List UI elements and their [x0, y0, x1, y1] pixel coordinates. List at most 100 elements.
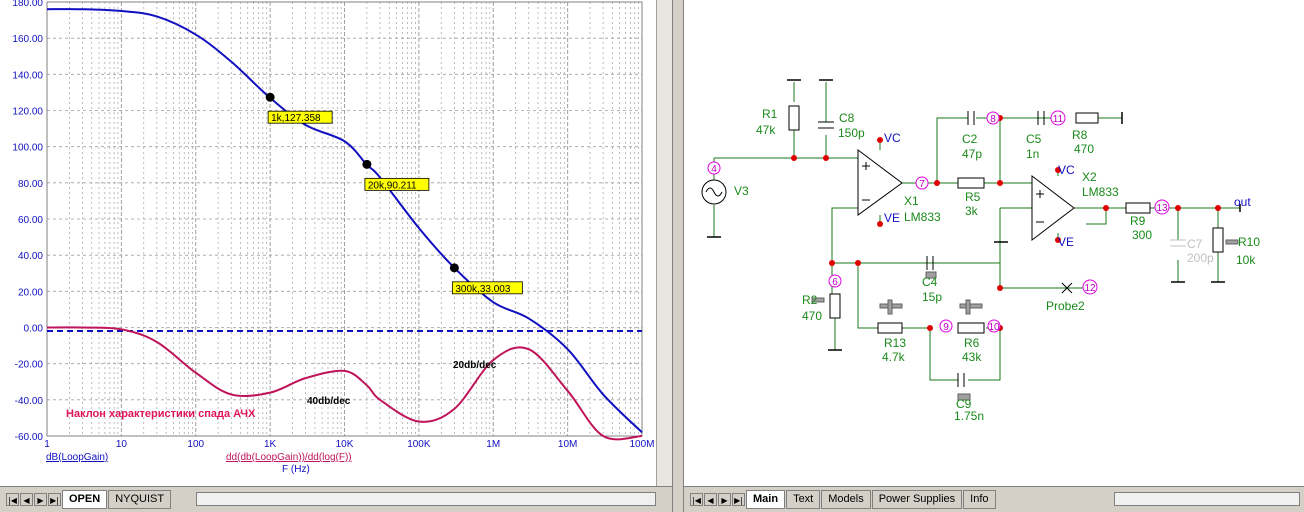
r9-value: 300 — [1132, 228, 1152, 242]
y-tick-label: 20.00 — [18, 287, 43, 298]
r10-value: 10k — [1236, 253, 1256, 267]
x-tick-label: 10M — [558, 439, 577, 450]
node-11: 11 — [1053, 114, 1064, 125]
x-tick-label: 100M — [629, 439, 654, 450]
node-6: 6 — [832, 277, 838, 288]
sch-tab-prev-icon[interactable]: ◀ — [704, 493, 717, 506]
legend-slope[interactable]: dd(db(LoopGain))/dd(log(F)) — [226, 452, 352, 463]
x1-model: LM833 — [904, 210, 941, 224]
tab-first-icon[interactable]: |◀ — [6, 493, 19, 506]
y-tick-label: -20.00 — [15, 360, 44, 371]
tab-text[interactable]: Text — [786, 490, 821, 509]
probe-label: Probe2 — [1046, 299, 1085, 313]
y-tick-label: 140.00 — [12, 70, 43, 81]
cursor-marker[interactable] — [362, 159, 372, 169]
out-label: out — [1234, 195, 1251, 209]
sch-tab-last-icon[interactable]: ▶| — [732, 493, 745, 506]
tab-open[interactable]: OPEN — [62, 490, 108, 509]
cursor-marker[interactable] — [449, 263, 459, 273]
v3-label: V3 — [734, 184, 749, 198]
node-12: 12 — [1084, 283, 1096, 294]
cursor-label: 20k,90.211 — [368, 180, 417, 191]
r1-label: R1 — [762, 107, 778, 121]
tab-nyquist[interactable]: NYQUIST — [108, 490, 172, 509]
schematic-canvas[interactable]: 4 6 7 8 9 10 11 12 13 R1 47k C8 150p V3 … — [684, 0, 1304, 486]
r9-label: R9 — [1130, 214, 1146, 228]
plot-annotation-title: Наклон характеристики спада АЧХ — [66, 408, 256, 420]
cursor-label: 1k,127.358 — [271, 113, 321, 124]
tab-prev-icon[interactable]: ◀ — [20, 493, 33, 506]
x-tick-label: 100 — [187, 439, 204, 450]
x-axis-label: F (Hz) — [282, 464, 310, 475]
r13-label: R13 — [884, 336, 906, 350]
x2-vc: VC — [1058, 163, 1075, 177]
tab-power-supplies[interactable]: Power Supplies — [871, 490, 963, 509]
x1-vc: VC — [884, 131, 901, 145]
plot-horizontal-scrollbar[interactable] — [196, 492, 656, 506]
r8-value: 470 — [1074, 142, 1094, 156]
c2-label: C2 — [962, 132, 978, 146]
cursor-marker[interactable] — [265, 92, 275, 102]
node-8: 8 — [990, 114, 996, 125]
c7-label: C7 — [1187, 237, 1203, 251]
capacitor-plates[interactable] — [818, 111, 1045, 387]
c4-value: 15p — [922, 290, 942, 304]
slider-handles[interactable] — [811, 239, 1239, 401]
c8-label: C8 — [839, 111, 855, 125]
legend-loopgain[interactable]: dB(LoopGain) — [46, 452, 108, 463]
component-labels: R1 47k C8 150p V3 VC VE X1 LM833 C2 47p … — [734, 107, 1260, 423]
schematic-pane[interactable]: 4 6 7 8 9 10 11 12 13 R1 47k C8 150p V3 … — [684, 0, 1304, 486]
c8-value: 150p — [838, 126, 865, 140]
node-4: 4 — [711, 164, 717, 175]
y-tick-label: 60.00 — [18, 215, 43, 226]
junction-dots — [791, 115, 1221, 331]
c9-value: 1.75n — [954, 409, 984, 423]
pane-splitter[interactable] — [672, 0, 684, 512]
schematic-tab-bar: |◀ ◀ ▶ ▶| Main Text Models Power Supplie… — [684, 486, 1304, 512]
r8-label: R8 — [1072, 128, 1088, 142]
resistor-bodies[interactable] — [788, 105, 1224, 334]
x2-label: X2 — [1082, 170, 1097, 184]
r6-label: R6 — [964, 336, 980, 350]
node-13: 13 — [1156, 203, 1168, 214]
node-10: 10 — [988, 322, 1000, 333]
c7-disabled[interactable] — [1170, 239, 1186, 247]
c7-value: 200p — [1187, 251, 1214, 265]
bode-plot-pane[interactable]: 180.00 160.00 140.00 120.00 100.00 80.00 60.00… — [0, 0, 672, 486]
r1-value: 47k — [756, 123, 776, 137]
sch-tab-next-icon[interactable]: ▶ — [718, 493, 731, 506]
tab-next-icon[interactable]: ▶ — [34, 493, 47, 506]
tab-last-icon[interactable]: ▶| — [48, 493, 61, 506]
tab-models[interactable]: Models — [821, 490, 871, 509]
node-7: 7 — [919, 179, 925, 190]
x-tick-label: 1 — [44, 439, 50, 450]
x-tick-label: 10 — [116, 439, 128, 450]
y-tick-label: 80.00 — [18, 179, 43, 190]
node-9: 9 — [943, 322, 949, 333]
r6-value: 43k — [962, 350, 982, 364]
schematic-horizontal-scrollbar[interactable] — [1114, 492, 1300, 506]
y-tick-label: 0.00 — [24, 324, 44, 335]
slope-40-label: 40db/dec — [307, 396, 351, 407]
x-tick-label: 10K — [336, 439, 354, 450]
cursor-label: 300k,33.003 — [455, 284, 510, 295]
tab-info[interactable]: Info — [963, 490, 996, 509]
x2-model: LM833 — [1082, 185, 1119, 199]
y-tick-label: 120.00 — [12, 107, 43, 118]
y-tick-label: 100.00 — [12, 143, 43, 154]
c5-label: C5 — [1026, 132, 1042, 146]
y-tick-label: 40.00 — [18, 251, 43, 262]
c2-value: 47p — [962, 147, 982, 161]
tab-main[interactable]: Main — [746, 490, 786, 509]
plot-vertical-scrollbar[interactable] — [656, 0, 672, 486]
plot-tab-bar: |◀ ◀ ▶ ▶| OPEN NYQUIST — [0, 486, 672, 512]
y-tick-label: 160.00 — [12, 34, 43, 45]
y-tick-label: 180.00 — [12, 0, 43, 9]
x1-ve: VE — [884, 211, 900, 225]
r5-value: 3k — [965, 204, 979, 218]
y-tick-label: -40.00 — [15, 396, 44, 407]
sch-tab-first-icon[interactable]: |◀ — [690, 493, 703, 506]
c5-value: 1n — [1026, 147, 1039, 161]
x-tick-label: 1M — [486, 439, 500, 450]
r5-label: R5 — [965, 190, 981, 204]
